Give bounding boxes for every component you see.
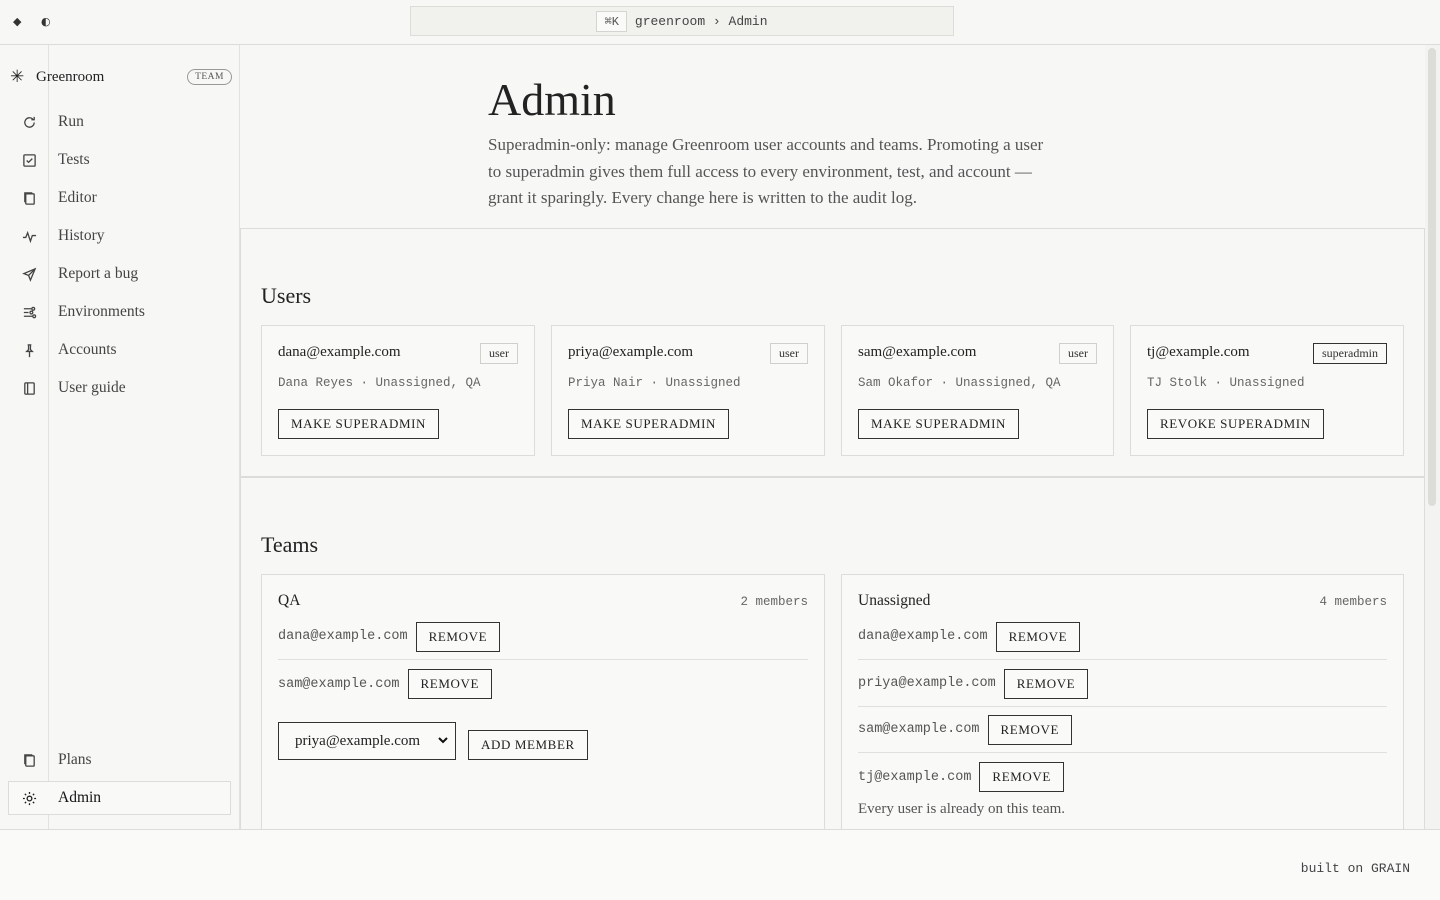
make-superadmin-button[interactable]: MAKE SUPERADMIN xyxy=(568,409,730,439)
remove-member-button[interactable]: REMOVE xyxy=(995,621,1081,652)
remove-member-button[interactable]: REMOVE xyxy=(415,621,501,652)
user-card: tj@example.com superadmin TJ Stolk · Una… xyxy=(1130,325,1404,456)
member-email: dana@example.com xyxy=(278,629,408,644)
sidebar-item-label: Editor xyxy=(58,189,97,206)
sidebar-item-accounts[interactable]: Accounts xyxy=(8,333,231,367)
pin-icon xyxy=(9,343,49,358)
user-email: sam@example.com xyxy=(858,344,977,360)
checkbox-icon xyxy=(9,153,49,168)
user-meta: Priya Nair · Unassigned xyxy=(568,376,741,390)
member-row: dana@example.com REMOVE xyxy=(858,614,1387,660)
sidebar-item-label: Accounts xyxy=(58,341,117,358)
user-meta: TJ Stolk · Unassigned xyxy=(1147,376,1305,390)
team-card-unassigned: Unassigned 4 members dana@example.com RE… xyxy=(841,574,1404,830)
role-badge: user xyxy=(480,343,518,364)
remove-member-button[interactable]: REMOVE xyxy=(979,762,1064,792)
main-content: Admin Superadmin-only: manage Greenroom … xyxy=(240,45,1425,830)
member-email: sam@example.com xyxy=(278,676,400,692)
sidebar-item-label: History xyxy=(58,227,105,244)
member-count: 4 members xyxy=(1319,595,1387,609)
team-note: Every user is already on this team. xyxy=(858,801,1066,817)
command-bar[interactable]: ⌘K greenroom › Admin xyxy=(410,6,954,36)
activity-icon xyxy=(9,229,49,244)
sidebar-item-label: Environments xyxy=(58,303,145,320)
user-email: priya@example.com xyxy=(568,344,694,360)
member-row: tj@example.com REMOVE xyxy=(858,754,1387,800)
page-title: Admin xyxy=(488,74,616,125)
sidebar-item-user-guide[interactable]: User guide xyxy=(8,371,231,405)
sidebar-item-label: Plans xyxy=(58,751,92,768)
sidebar-item-admin[interactable]: Admin xyxy=(8,781,231,815)
member-email: priya@example.com xyxy=(858,676,996,691)
sidebar-item-label: Run xyxy=(58,113,84,130)
plan-badge: TEAM xyxy=(187,69,232,85)
role-badge: user xyxy=(770,343,808,364)
user-card: priya@example.com user Priya Nair · Unas… xyxy=(551,325,825,456)
teams-heading: Teams xyxy=(261,532,319,557)
sidebar-item-tests[interactable]: Tests xyxy=(8,143,231,177)
copy-icon xyxy=(9,753,49,768)
brand-logo-icon: ✳ xyxy=(10,67,25,87)
send-icon xyxy=(9,267,49,282)
brand[interactable]: ✳ Greenroom TEAM xyxy=(10,65,232,89)
chevron-down-icon xyxy=(438,737,448,744)
sidebar-item-label: Report a bug xyxy=(58,265,139,282)
role-badge: superadmin xyxy=(1313,343,1387,364)
user-email: tj@example.com xyxy=(1147,344,1250,360)
sidebar-item-label: Tests xyxy=(58,151,90,168)
user-email: dana@example.com xyxy=(278,344,401,360)
member-row: dana@example.com REMOVE xyxy=(278,614,808,660)
page-description: Superadmin-only: manage Greenroom user a… xyxy=(488,135,1044,207)
make-superadmin-button[interactable]: MAKE SUPERADMIN xyxy=(858,409,1020,439)
member-row: sam@example.com REMOVE xyxy=(278,661,808,707)
book-icon xyxy=(9,381,49,396)
teams-panel: Teams QA 2 members dana@example.com REMO… xyxy=(240,477,1425,830)
sun-icon xyxy=(9,791,49,806)
member-count: 2 members xyxy=(740,595,808,609)
team-name: QA xyxy=(278,592,301,609)
user-card: sam@example.com user Sam Okafor · Unassi… xyxy=(841,325,1114,456)
brand-name: Greenroom xyxy=(36,68,105,85)
refresh-icon xyxy=(9,115,49,130)
top-bar: ◆ ◐ ⌘K greenroom › Admin xyxy=(0,0,1440,45)
member-email: tj@example.com xyxy=(858,769,972,785)
member-row: sam@example.com REMOVE xyxy=(858,707,1387,753)
revoke-superadmin-button[interactable]: REVOKE SUPERADMIN xyxy=(1147,409,1324,439)
select-value: priya@example.com xyxy=(295,732,421,749)
sidebar: ✳ Greenroom TEAM Run Tests Editor Histor… xyxy=(0,45,240,830)
remove-member-button[interactable]: REMOVE xyxy=(407,669,493,699)
member-row: priya@example.com REMOVE xyxy=(858,661,1387,707)
shortcut-hint: ⌘K xyxy=(596,10,627,32)
copy-icon xyxy=(9,191,49,206)
user-card: dana@example.com user Dana Reyes · Unass… xyxy=(261,325,535,456)
team-name: Unassigned xyxy=(858,592,931,609)
sidebar-item-editor[interactable]: Editor xyxy=(8,181,231,215)
add-member-select[interactable]: priya@example.com xyxy=(278,722,456,760)
member-email: dana@example.com xyxy=(858,629,988,644)
member-email: sam@example.com xyxy=(858,722,980,737)
user-meta: Dana Reyes · Unassigned, QA xyxy=(278,376,481,390)
sidebar-item-history[interactable]: History xyxy=(8,219,231,253)
footer: built on GRAIN xyxy=(0,829,1440,900)
window-controls[interactable]: ◆ ◐ xyxy=(13,15,59,28)
make-superadmin-button[interactable]: MAKE SUPERADMIN xyxy=(278,409,440,439)
add-member-button[interactable]: ADD MEMBER xyxy=(468,730,588,760)
sidebar-item-label: Admin xyxy=(58,789,102,806)
sidebar-item-run[interactable]: Run xyxy=(8,105,231,139)
breadcrumb: greenroom › Admin xyxy=(634,13,768,29)
sliders-icon xyxy=(9,305,49,320)
remove-member-button[interactable]: REMOVE xyxy=(1003,668,1089,699)
users-heading: Users xyxy=(261,283,312,308)
sidebar-item-plans[interactable]: Plans xyxy=(8,743,231,777)
scrollbar-thumb[interactable] xyxy=(1428,48,1436,506)
built-on-label: built on GRAIN xyxy=(1300,861,1410,876)
role-badge: user xyxy=(1059,343,1097,364)
users-panel: Users dana@example.com user Dana Reyes ·… xyxy=(240,228,1425,477)
remove-member-button[interactable]: REMOVE xyxy=(987,714,1073,745)
sidebar-item-environments[interactable]: Environments xyxy=(8,295,231,329)
sidebar-item-label: User guide xyxy=(58,379,126,396)
sidebar-item-report-bug[interactable]: Report a bug xyxy=(8,257,231,291)
team-card-qa: QA 2 members dana@example.com REMOVE sam… xyxy=(261,574,825,830)
user-meta: Sam Okafor · Unassigned, QA xyxy=(858,376,1061,390)
